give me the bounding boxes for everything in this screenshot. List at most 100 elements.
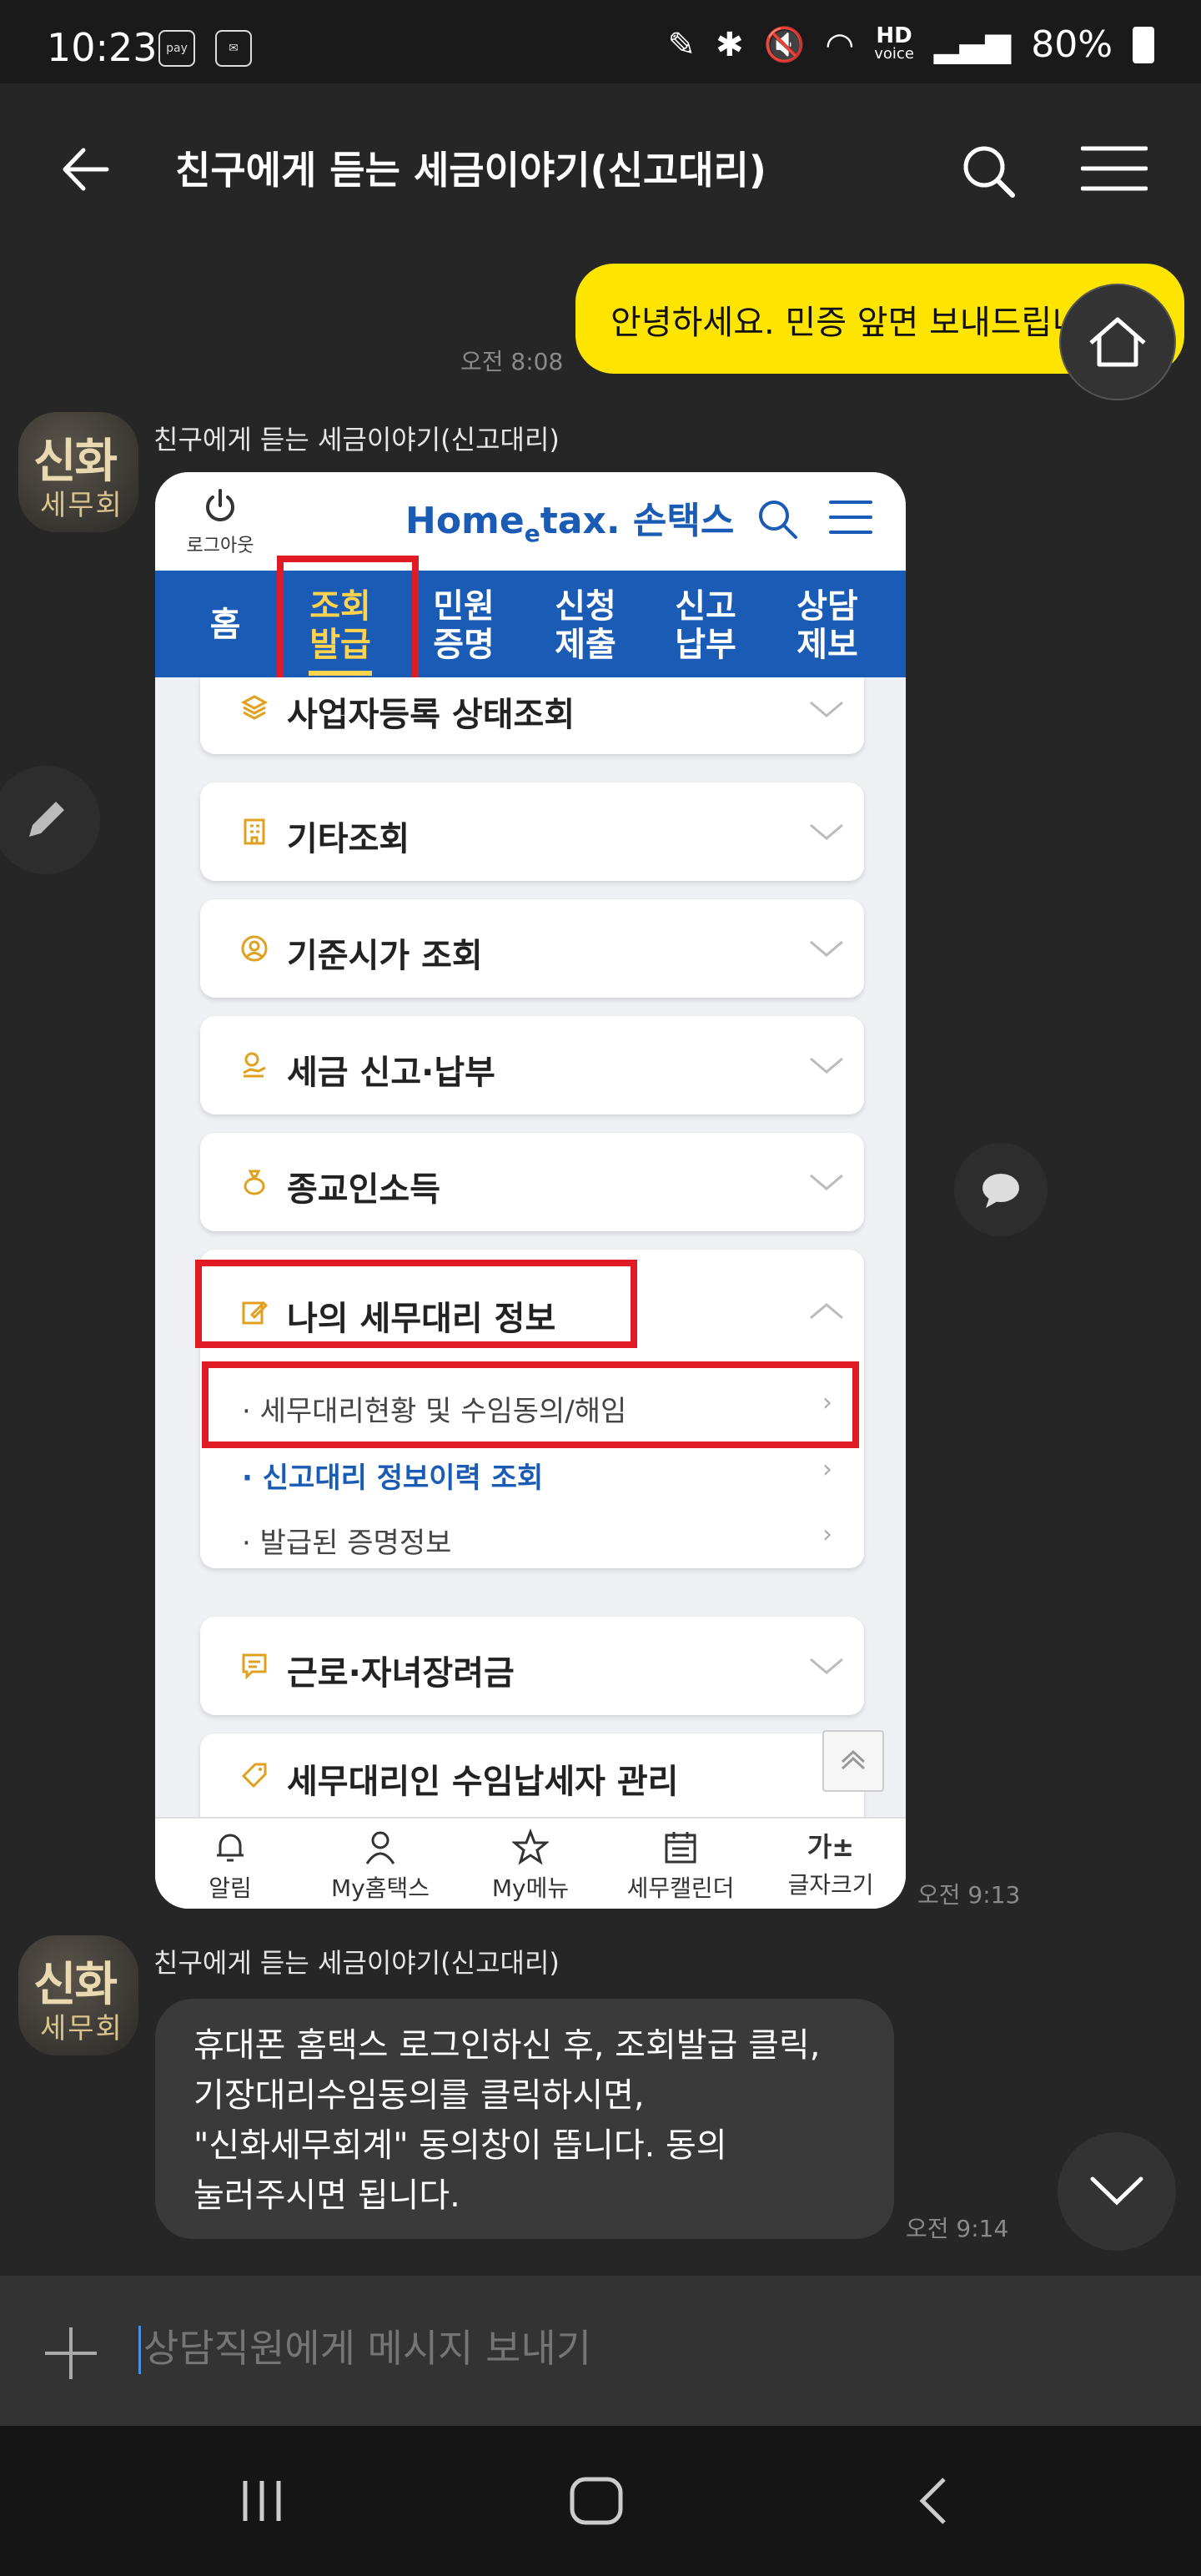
hometax-topbar: 로그아웃 Homeetax. 손택스 bbox=[155, 472, 906, 571]
recent-apps-icon bbox=[243, 2481, 281, 2521]
pay-icon: pay bbox=[158, 30, 195, 67]
sub-menu-item: · 발급된 증명정보 bbox=[242, 1527, 452, 1560]
bell-icon bbox=[217, 1834, 244, 1862]
image-attachment[interactable]: 로그아웃 Homeetax. 손택스 홈 조회 발급 민원 증명 신청 제출 신고 납부… bbox=[155, 472, 906, 1909]
scroll-top-icon bbox=[822, 1730, 884, 1792]
system-nav-bar bbox=[0, 2426, 1201, 2576]
message-composer bbox=[0, 2276, 1201, 2426]
chevron-down-icon bbox=[810, 1057, 843, 1074]
plus-icon bbox=[45, 2327, 97, 2379]
tag-icon bbox=[241, 1763, 267, 1789]
menu-card: 사업자등록 상태조회 bbox=[200, 677, 864, 754]
back-chevron-icon bbox=[919, 2478, 946, 2524]
chevron-down-icon bbox=[810, 940, 843, 957]
menu-card: 근로·자녀장려금 bbox=[200, 1617, 864, 1715]
chevron-down-icon bbox=[810, 823, 843, 840]
search-icon bbox=[963, 146, 1015, 198]
avatar[interactable]: 신화 세무회 bbox=[18, 1935, 138, 2055]
nav-tab: 상담 제보 bbox=[796, 587, 858, 664]
bottom-tab-alarm: 알림 bbox=[155, 1829, 305, 1904]
chat-bubble-button[interactable] bbox=[954, 1143, 1048, 1236]
chat-title: 친구에게 듣는 세금이야기(신고대리) bbox=[175, 148, 766, 193]
chevron-right-icon: › bbox=[822, 1520, 832, 1549]
mute-icon: 🔇 bbox=[763, 26, 806, 64]
star-icon bbox=[510, 1828, 550, 1865]
chevron-down-icon bbox=[810, 1174, 843, 1190]
layers-icon bbox=[240, 695, 269, 720]
chat-header: 친구에게 듣는 세금이야기(신고대리) bbox=[0, 83, 1201, 259]
home-button[interactable] bbox=[1059, 284, 1176, 400]
font-size-icon: 가± bbox=[807, 1831, 855, 1863]
arrow-left-icon bbox=[63, 148, 109, 191]
chevron-down-icon bbox=[810, 1658, 843, 1674]
highlight-box bbox=[195, 1260, 637, 1348]
bottom-tab-mymenu: My메뉴 bbox=[455, 1828, 606, 1904]
home-icon bbox=[1089, 317, 1146, 367]
scroll-down-button[interactable] bbox=[1058, 2132, 1176, 2251]
menu-card: 기준시가 조회 bbox=[200, 899, 864, 998]
pencil-icon bbox=[29, 802, 64, 837]
bottom-tab-myhometax: My홈택스 bbox=[305, 1829, 455, 1904]
recent-apps-button[interactable] bbox=[237, 2476, 287, 2529]
building-icon bbox=[244, 818, 265, 845]
sub-menu-item: · 신고대리 정보이력 조회 bbox=[242, 1462, 544, 1495]
attach-button[interactable] bbox=[42, 2324, 100, 2386]
sender-name: 친구에게 듣는 세금이야기(신고대리) bbox=[153, 424, 560, 455]
search-icon bbox=[756, 497, 799, 544]
home-square-icon bbox=[570, 2477, 623, 2525]
status-time: 10:23 bbox=[47, 25, 158, 70]
hometax-logo: Homeetax. 손택스 bbox=[405, 500, 735, 547]
message-icon bbox=[242, 1653, 267, 1680]
logout-button: 로그아웃 bbox=[185, 487, 255, 557]
bottom-tab-calendar: 세무캘린더 bbox=[606, 1829, 756, 1904]
menu-button[interactable] bbox=[1080, 143, 1148, 197]
person-icon bbox=[365, 1831, 395, 1864]
hometax-nav: 홈 조회 발급 민원 증명 신청 제출 신고 납부 상담 제보 bbox=[155, 571, 906, 677]
incoming-message-bubble[interactable]: 휴대폰 홈택스 로그인하신 후, 조회발급 클릭, 기장대리수임동의를 클릭하시… bbox=[155, 1999, 894, 2239]
avatar[interactable]: 신화 세무회 bbox=[18, 412, 138, 532]
menu-card: 종교인소득 bbox=[200, 1133, 864, 1231]
mail-icon: ✉ bbox=[215, 30, 252, 67]
chevron-down-icon bbox=[1090, 2176, 1143, 2206]
hometax-bottom-nav: 알림 My홈택스 My메뉴 세무캘린더 가± 글자크기 bbox=[155, 1817, 906, 1909]
edit-button[interactable] bbox=[0, 766, 100, 874]
bottom-tab-fontsize: 가± 글자크기 bbox=[756, 1829, 906, 1900]
home-nav-button[interactable] bbox=[567, 2476, 626, 2529]
pen-off-icon: ✎ bbox=[667, 25, 696, 64]
text-cursor bbox=[138, 2326, 141, 2374]
chevron-down-icon bbox=[810, 701, 843, 717]
money-bag-icon bbox=[244, 1170, 265, 1195]
menu-card: 세금 신고·납부 bbox=[200, 1016, 864, 1114]
menu-card: 기타조회 bbox=[200, 782, 864, 881]
search-button[interactable] bbox=[959, 142, 1018, 204]
sender-name: 친구에게 듣는 세금이야기(신고대리) bbox=[153, 1947, 560, 1979]
battery-percent: 80% bbox=[1031, 23, 1113, 66]
chat-icon bbox=[982, 1174, 1019, 1208]
status-icons: ✎ ✱ 🔇 ◠ HD voice ▂▄▆ 80% bbox=[668, 23, 1154, 66]
image-message-time: 오전 9:13 bbox=[917, 1881, 1021, 1909]
hd-voice-icon: HD voice bbox=[874, 23, 914, 63]
nav-tab: 민원 증명 bbox=[433, 587, 495, 664]
incoming-message-time: 오전 9:14 bbox=[906, 2215, 1009, 2242]
bluetooth-icon: ✱ bbox=[716, 25, 744, 64]
back-nav-button[interactable] bbox=[912, 2476, 954, 2529]
hamburger-icon bbox=[829, 497, 872, 541]
calendar-icon bbox=[665, 1832, 696, 1864]
highlight-box bbox=[202, 1361, 859, 1448]
chevron-right-icon: › bbox=[822, 1455, 832, 1484]
nav-tab: 신고 납부 bbox=[675, 587, 736, 664]
highlight-box bbox=[277, 556, 419, 696]
nav-tab: 신청 제출 bbox=[555, 587, 616, 664]
wifi-icon: ◠ bbox=[825, 25, 855, 64]
chevron-up-icon bbox=[810, 1303, 843, 1320]
battery-icon bbox=[1133, 26, 1154, 63]
back-button[interactable] bbox=[58, 142, 113, 200]
hand-coin-icon bbox=[243, 1052, 266, 1078]
status-bar: 10:23 pay ✉ ✎ ✱ 🔇 ◠ HD voice ▂▄▆ 80% bbox=[0, 0, 1201, 83]
signal-icon: ▂▄▆ bbox=[933, 25, 1012, 64]
message-input[interactable] bbox=[143, 2326, 1144, 2371]
outgoing-message-time: 오전 8:08 bbox=[460, 348, 564, 375]
power-icon bbox=[206, 489, 234, 521]
person-circle-icon bbox=[241, 935, 268, 962]
hamburger-icon bbox=[1080, 146, 1148, 191]
